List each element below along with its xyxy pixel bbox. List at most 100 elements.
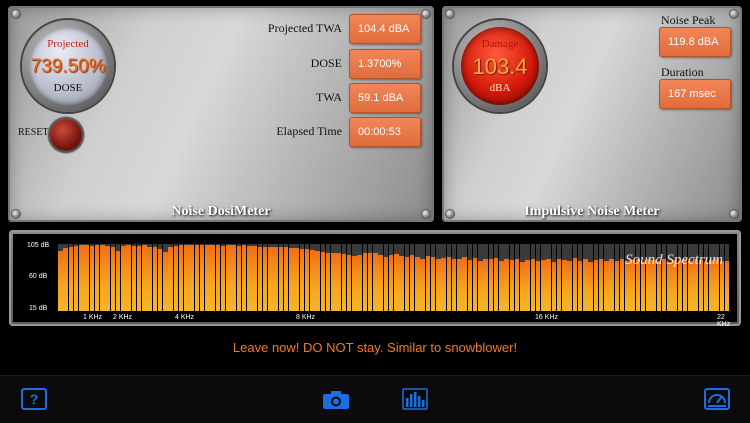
spectrum-bar	[472, 258, 478, 311]
spectrum-bar	[562, 260, 567, 311]
spectrum-bar	[194, 245, 200, 311]
twa-value: 59.1 dBA	[349, 83, 421, 113]
spectrum-bar	[336, 253, 341, 311]
spectrum-bar	[268, 246, 273, 311]
spectrum-bar	[535, 261, 541, 311]
spectrum-bar	[703, 262, 709, 311]
spectrum-bar	[352, 256, 357, 311]
bar-chart-icon[interactable]	[402, 388, 428, 415]
spectrum-bar	[115, 250, 121, 311]
y-label-60: 60 dB	[29, 273, 48, 280]
spectrum-bar	[331, 252, 336, 311]
spectrum-bar	[273, 246, 278, 311]
twa-label: TWA	[316, 90, 342, 104]
spectrum-bar	[100, 245, 105, 311]
dosimeter-title: Noise DosiMeter	[171, 204, 271, 219]
spectrum-bar	[388, 254, 394, 311]
spectrum-bar	[446, 256, 452, 311]
damage-gauge-value: 103.4	[472, 54, 528, 79]
spectrum-bar	[257, 246, 263, 311]
spectrum-bar	[126, 245, 131, 311]
spectrum-bar	[362, 253, 368, 311]
spectrum-bar	[157, 249, 163, 311]
spectrum-bar	[341, 254, 347, 311]
spectrum-bar	[320, 252, 326, 311]
spectrum-bar	[262, 247, 268, 311]
spectrum-bar	[436, 259, 441, 311]
spectrum-bar	[530, 258, 536, 311]
screw-icon	[730, 10, 738, 18]
spectrum-bar	[394, 254, 399, 311]
reset-button[interactable]	[50, 119, 82, 151]
spectrum-brand: Sound Spectrum	[625, 252, 723, 268]
projected-twa-label: Projected TWA	[267, 21, 342, 35]
spectrum-bar	[299, 248, 305, 311]
spectrum-bar	[241, 245, 247, 311]
spectrum-bar	[283, 247, 289, 311]
camera-icon[interactable]	[322, 390, 350, 415]
spectrum-bar	[667, 262, 672, 311]
warning-message: Leave now! DO NOT stay. Similar to snowb…	[232, 340, 518, 355]
x-label-22khz: 22 KHz	[717, 314, 731, 328]
spectrum-bar	[525, 260, 530, 311]
spectrum-bar	[462, 257, 467, 311]
spectrum-bar	[226, 245, 231, 311]
dose-gauge: Projected 739.50% DOSE	[22, 20, 114, 112]
spectrum-bar	[63, 248, 68, 311]
spectrum-bar	[163, 252, 168, 311]
screw-icon	[422, 10, 430, 18]
spectrum-bar	[278, 247, 284, 311]
damage-gauge: Damage 103.4 dBA	[454, 20, 546, 112]
spectrum-bar	[304, 249, 310, 311]
spectrum-bar	[373, 253, 378, 311]
damage-gauge-bottom-label: dBA	[489, 82, 511, 94]
spectrum-bar	[399, 256, 404, 311]
spectrum-bar	[598, 258, 604, 311]
spectrum-bar	[189, 244, 194, 311]
y-label-15: 15 dB	[29, 305, 48, 312]
meter-icon[interactable]	[704, 388, 730, 415]
spectrum-bar	[315, 250, 320, 311]
spectrum-bar	[609, 259, 614, 311]
spectrum-bar	[231, 245, 236, 311]
dose-gauge-value: 739.50%	[30, 56, 106, 77]
spectrum-bar	[136, 246, 142, 311]
spectrum-bar	[425, 256, 431, 311]
spectrum-bar	[346, 254, 352, 311]
screw-icon	[12, 10, 20, 18]
spectrum-bar	[73, 246, 79, 311]
spectrum-bar	[604, 261, 609, 311]
spectrum-bar	[493, 258, 499, 311]
spectrum-bar	[724, 261, 730, 311]
spectrum-bar	[467, 260, 473, 311]
spectrum-bar	[499, 261, 504, 311]
question-mark-icon[interactable]: ?	[21, 388, 47, 415]
spectrum-bar	[420, 258, 425, 311]
spectrum-bar	[325, 253, 331, 311]
spectrum-bar	[94, 245, 100, 311]
spectrum-bar	[546, 259, 551, 311]
dose-value: 1.3700%	[349, 49, 421, 79]
spectrum-bar	[110, 246, 116, 311]
svg-text:?: ?	[30, 391, 39, 407]
spectrum-bar	[220, 246, 226, 311]
spectrum-bar	[415, 257, 420, 311]
spectrum-bar	[289, 248, 294, 311]
spectrum-bar	[147, 246, 152, 311]
spectrum-bar	[551, 262, 557, 311]
spectrum-bar	[588, 262, 593, 311]
spectrum-bar	[556, 258, 562, 311]
spectrum-bar	[504, 259, 509, 311]
spectrum-bar	[173, 246, 179, 311]
spectrum-bar	[105, 246, 110, 311]
spectrum-bar	[58, 250, 63, 311]
spectrum-bar	[640, 262, 646, 311]
spectrum-bar	[247, 246, 252, 311]
spectrum-bar	[541, 260, 546, 311]
spectrum-bar	[567, 261, 572, 311]
spectrum-bar	[430, 257, 436, 311]
screw-icon	[446, 10, 454, 18]
spectrum-bar	[514, 258, 520, 311]
spectrum-bar	[572, 258, 578, 311]
impulsive-panel: Damage 103.4 dBA Noise Peak 119.8 dBA Du…	[442, 6, 742, 222]
